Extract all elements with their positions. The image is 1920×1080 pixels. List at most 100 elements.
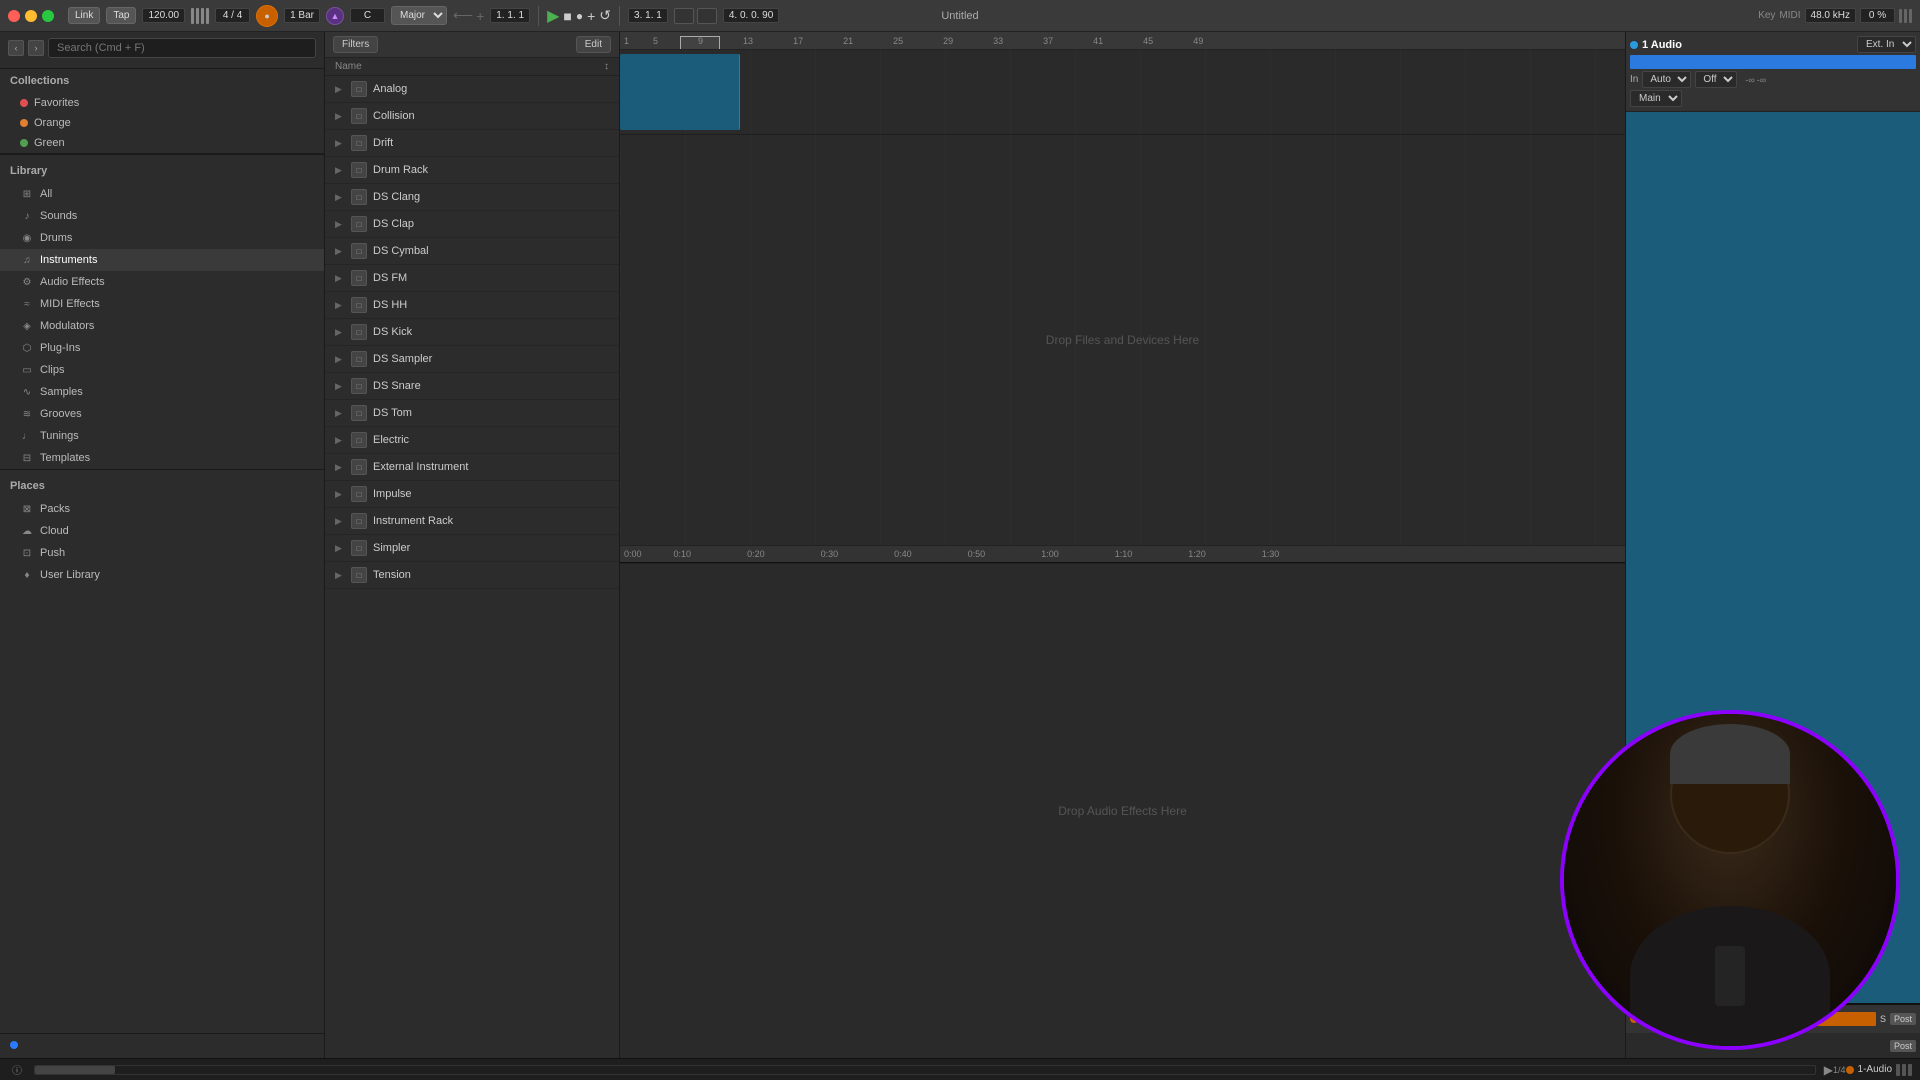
maximize-button[interactable] bbox=[42, 10, 54, 22]
nav-back-button[interactable]: ‹ bbox=[8, 40, 24, 56]
audio-clip-block[interactable] bbox=[620, 54, 740, 130]
edit-button[interactable]: Edit bbox=[576, 36, 611, 53]
close-button[interactable] bbox=[8, 10, 20, 22]
empty-track-area[interactable]: Drop Files and Devices Here bbox=[620, 135, 1625, 545]
arrow-left-icon[interactable]: ⟵ bbox=[453, 7, 473, 24]
webcam-overlay: AUDEZE bbox=[1560, 710, 1900, 1050]
main-select[interactable]: Main bbox=[1630, 90, 1682, 107]
expand-arrow: ▶ bbox=[335, 462, 345, 473]
instrument-name: Impulse bbox=[373, 488, 412, 500]
position3-display[interactable]: 4. 0. 0. 90 bbox=[723, 8, 779, 23]
sidebar-item-drums[interactable]: ◉ Drums bbox=[0, 227, 324, 249]
favorites-item[interactable]: Favorites bbox=[0, 93, 324, 113]
search-input[interactable] bbox=[48, 38, 316, 58]
library-header[interactable]: Library bbox=[0, 159, 324, 183]
list-item[interactable]: ▶ □ External Instrument bbox=[325, 454, 619, 481]
off-select[interactable]: Off bbox=[1695, 71, 1737, 88]
stop-button[interactable]: ■ bbox=[563, 8, 571, 24]
filters-button[interactable]: Filters bbox=[333, 36, 378, 53]
list-item[interactable]: ▶ □ Electric bbox=[325, 427, 619, 454]
link-button[interactable]: Link bbox=[68, 7, 100, 24]
sidebar-item-tunings[interactable]: ♩ Tunings bbox=[0, 425, 324, 447]
list-item[interactable]: ▶ □ Impulse bbox=[325, 481, 619, 508]
sidebar-item-midi-effects[interactable]: ≈ MIDI Effects bbox=[0, 293, 324, 315]
list-item[interactable]: ▶ □ Instrument Rack bbox=[325, 508, 619, 535]
list-item[interactable]: ▶ □ DS FM bbox=[325, 265, 619, 292]
sidebar-item-clips[interactable]: ▭ Clips bbox=[0, 359, 324, 381]
quantize-mode-button[interactable]: ▲ bbox=[326, 7, 344, 25]
green-item[interactable]: Green bbox=[0, 133, 324, 153]
minimize-button[interactable] bbox=[25, 10, 37, 22]
sidebar-item-instruments[interactable]: ♫ Instruments bbox=[0, 249, 324, 271]
list-item[interactable]: ▶ □ DS HH bbox=[325, 292, 619, 319]
places-header[interactable]: Places bbox=[0, 474, 324, 498]
list-item[interactable]: ▶ □ DS Sampler bbox=[325, 346, 619, 373]
ruler-mark-25: 25 bbox=[873, 36, 923, 46]
sidebar-item-modulators[interactable]: ◈ Modulators bbox=[0, 315, 324, 337]
position-fraction: 1/4 bbox=[1833, 1065, 1846, 1075]
add-button[interactable]: + bbox=[587, 8, 595, 24]
favorites-label: Favorites bbox=[34, 97, 79, 109]
list-item[interactable]: ▶ □ DS Kick bbox=[325, 319, 619, 346]
expand-arrow: ▶ bbox=[335, 516, 345, 527]
sidebar-item-samples[interactable]: ∿ Samples bbox=[0, 381, 324, 403]
time-50: 0:50 bbox=[940, 549, 1014, 559]
list-item[interactable]: ▶ □ Tension bbox=[325, 562, 619, 589]
list-item[interactable]: ▶ □ DS Cymbal bbox=[325, 238, 619, 265]
ext-in-select[interactable]: Ext. In bbox=[1857, 36, 1916, 53]
list-item[interactable]: ▶ □ Collision bbox=[325, 103, 619, 130]
list-item[interactable]: ▶ □ DS Clang bbox=[325, 184, 619, 211]
mode-select[interactable]: Major Minor bbox=[391, 6, 447, 25]
position2-display[interactable]: 3. 1. 1 bbox=[628, 8, 668, 23]
punch-btn[interactable] bbox=[697, 8, 717, 24]
drop-audio-zone[interactable]: Drop Audio Effects Here bbox=[620, 563, 1625, 1059]
tap-button[interactable]: Tap bbox=[106, 7, 136, 24]
sidebar-item-grooves[interactable]: ≋ Grooves bbox=[0, 403, 324, 425]
list-item[interactable]: ▶ □ DS Tom bbox=[325, 400, 619, 427]
info-button[interactable]: ⓘ bbox=[8, 1062, 26, 1077]
instrument-name: DS Snare bbox=[373, 380, 421, 392]
track-name: 1 Audio bbox=[1642, 39, 1682, 51]
list-item[interactable]: ▶ □ Drum Rack bbox=[325, 157, 619, 184]
sidebar-item-audio-effects[interactable]: ⚙ Audio Effects bbox=[0, 271, 324, 293]
time-20: 0:20 bbox=[719, 549, 793, 559]
sidebar-item-sounds[interactable]: ♪ Sounds bbox=[0, 205, 324, 227]
audio-track-lane[interactable] bbox=[620, 50, 1625, 135]
sidebar-item-all[interactable]: ⊞ All bbox=[0, 183, 324, 205]
loop-button[interactable]: ↺ bbox=[599, 7, 611, 24]
instrument-name: DS Clap bbox=[373, 218, 414, 230]
orange-item[interactable]: Orange bbox=[0, 113, 324, 133]
audio-effects-label: Audio Effects bbox=[40, 276, 105, 288]
sidebar-item-cloud[interactable]: ☁ Cloud bbox=[0, 520, 324, 542]
nav-forward-button[interactable]: › bbox=[28, 40, 44, 56]
position-display[interactable]: 1. 1. 1 bbox=[490, 8, 530, 23]
scroll-thumb[interactable] bbox=[35, 1066, 115, 1074]
sort-icon[interactable]: ↕ bbox=[604, 61, 609, 72]
sidebar-item-user-library[interactable]: ♦ User Library bbox=[0, 564, 324, 586]
quantize-display[interactable]: 1 Bar bbox=[284, 8, 320, 23]
sidebar-item-push[interactable]: ⊡ Push bbox=[0, 542, 324, 564]
sidebar-item-plugins[interactable]: ⬡ Plug-Ins bbox=[0, 337, 324, 359]
sidebar-item-packs[interactable]: ⊠ Packs bbox=[0, 498, 324, 520]
auto-select[interactable]: Auto bbox=[1642, 71, 1691, 88]
list-item[interactable]: ▶ □ DS Clap bbox=[325, 211, 619, 238]
key-display[interactable]: C bbox=[350, 8, 385, 23]
instrument-name: Drift bbox=[373, 137, 393, 149]
arrow-right-icon[interactable]: + bbox=[476, 8, 484, 24]
timeline: 0:00 0:10 0:20 0:30 0:40 0:50 1:00 1:10 … bbox=[620, 545, 1625, 563]
metro-button[interactable]: ● bbox=[256, 5, 278, 27]
list-item[interactable]: ▶ □ DS Snare bbox=[325, 373, 619, 400]
list-item[interactable]: ▶ □ Drift bbox=[325, 130, 619, 157]
time-signature[interactable]: 4 / 4 bbox=[215, 8, 250, 23]
sidebar-item-templates[interactable]: ⊟ Templates bbox=[0, 447, 324, 469]
play-button-bottom[interactable]: ▶ bbox=[1824, 1063, 1833, 1077]
bpm-display[interactable]: 120.00 bbox=[142, 8, 185, 23]
list-item[interactable]: ▶ □ Simpler bbox=[325, 535, 619, 562]
record-button[interactable]: ● bbox=[576, 9, 583, 23]
expand-arrow: ▶ bbox=[335, 273, 345, 284]
list-item[interactable]: ▶ □ Analog bbox=[325, 76, 619, 103]
play-button[interactable]: ▶ bbox=[547, 6, 559, 26]
loop-bracket[interactable] bbox=[680, 36, 720, 50]
loop-region-btn[interactable] bbox=[674, 8, 694, 24]
collections-section-header[interactable]: Collections bbox=[0, 69, 324, 93]
